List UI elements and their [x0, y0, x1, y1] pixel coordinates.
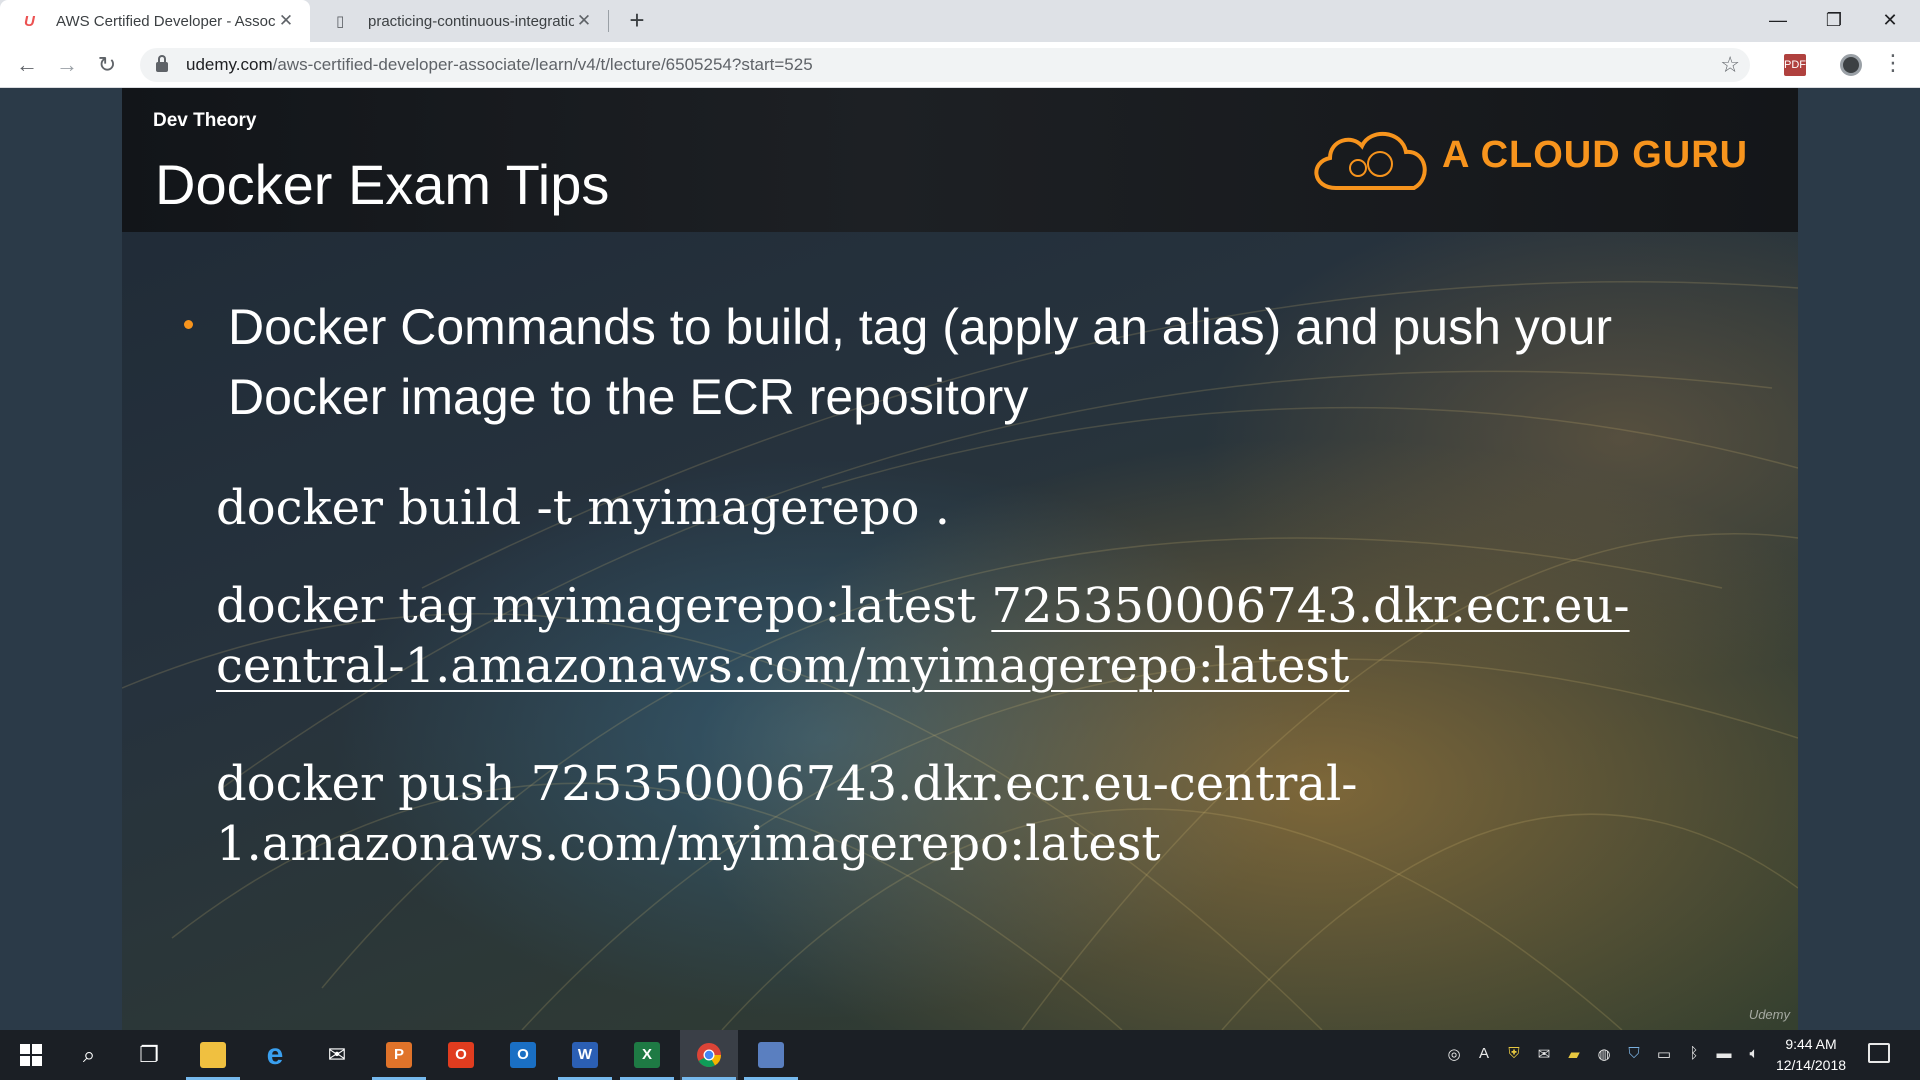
restore-icon[interactable]: ❐ — [1806, 0, 1862, 42]
powerpoint-icon[interactable]: P — [370, 1030, 428, 1080]
window-close-icon[interactable]: ✕ — [1862, 0, 1918, 42]
windows-logo-icon — [20, 1044, 42, 1066]
taskbar-clock[interactable]: 9:44 AM 12/14/2018 — [1756, 1034, 1866, 1076]
udemy-watermark: Udemy — [1748, 1007, 1790, 1022]
tray-display-icon[interactable]: ▭ — [1654, 1045, 1674, 1065]
search-icon[interactable]: ⌕ — [60, 1030, 118, 1080]
tray-folder-icon[interactable]: ▰ — [1564, 1045, 1584, 1065]
close-icon[interactable]: ✕ — [276, 11, 296, 31]
bullet-text: Docker Commands to build, tag (apply an … — [228, 299, 1613, 425]
tab-aws-certified-developer[interactable]: U AWS Certified Developer - Associ ✕ — [0, 0, 310, 42]
document-favicon-icon: ▯ — [336, 13, 345, 30]
back-arrow-icon[interactable]: ← — [12, 50, 42, 80]
tab-separator — [608, 10, 609, 32]
url-text[interactable]: udemy.com/aws-certified-developer-associ… — [186, 55, 813, 75]
minimize-icon[interactable]: — — [1750, 0, 1806, 42]
reload-icon[interactable]: ↻ — [92, 50, 122, 80]
file-explorer-icon[interactable] — [184, 1030, 242, 1080]
remote-desktop-icon[interactable] — [742, 1030, 800, 1080]
browser-tabstrip: U AWS Certified Developer - Associ ✕ ▯ p… — [0, 0, 1920, 42]
battery-icon[interactable]: ▬ — [1714, 1045, 1734, 1065]
bookmark-star-icon[interactable]: ☆ — [1720, 52, 1740, 78]
clock-date: 12/14/2018 — [1775, 1057, 1847, 1073]
pdf-extension-icon[interactable]: PDF — [1784, 54, 1806, 76]
profile-avatar-icon[interactable] — [1840, 54, 1862, 76]
tray-sync-icon[interactable]: ◎ — [1444, 1045, 1464, 1065]
chrome-icon[interactable] — [680, 1030, 738, 1080]
tray-shield-icon[interactable]: ⛨ — [1504, 1045, 1524, 1065]
mail-icon[interactable]: ✉ — [308, 1030, 366, 1080]
tab-title: practicing-continuous-integratio — [368, 12, 574, 30]
docker-tag-prefix: docker tag myimagerepo:latest — [216, 578, 977, 634]
brand-name: A CLOUD GURU — [1442, 134, 1749, 176]
video-player[interactable]: Dev Theory Docker Exam Tips A CLOUD GURU… — [0, 88, 1920, 1030]
lecture-slide: Dev Theory Docker Exam Tips A CLOUD GURU… — [122, 88, 1798, 1030]
outlook-icon[interactable]: O — [494, 1030, 552, 1080]
docker-tag-command: docker tag myimagerepo:latest 7253500067… — [216, 576, 1736, 696]
tray-font-icon[interactable]: A — [1474, 1045, 1494, 1065]
tab-practicing-continuous-integration[interactable]: ▯ practicing-continuous-integratio ✕ — [312, 0, 608, 42]
clock-time: 9:44 AM — [1785, 1036, 1837, 1052]
action-center-icon[interactable] — [1868, 1043, 1890, 1063]
windows-taskbar: ⌕ ❐ e ✉ P O O W X ◎ A ⛨ ✉ ▰ ◍ ⛉ ▭ ᛒ ▬ 🔈︎… — [0, 1030, 1920, 1080]
docker-push-command: docker push 725350006743.dkr.ecr.eu-cent… — [216, 754, 1736, 874]
slide-title: Docker Exam Tips — [155, 153, 610, 216]
chrome-menu-icon[interactable]: ⋮ — [1882, 50, 1904, 76]
bluetooth-icon[interactable]: ᛒ — [1684, 1045, 1704, 1065]
url-host: udemy.com — [186, 55, 273, 74]
bullet-dot — [184, 320, 193, 329]
tray-network-globe-icon[interactable]: ◍ — [1594, 1045, 1614, 1065]
excel-icon[interactable]: X — [618, 1030, 676, 1080]
close-icon[interactable]: ✕ — [574, 11, 594, 31]
forward-arrow-icon[interactable]: → — [52, 50, 82, 80]
new-tab-button[interactable]: + — [622, 6, 652, 36]
start-button[interactable] — [2, 1030, 60, 1080]
slide-section-label: Dev Theory — [153, 110, 257, 131]
chrome-logo-icon — [697, 1043, 721, 1068]
tray-outlook-icon[interactable]: ✉ — [1534, 1045, 1554, 1065]
slide-header: Dev Theory Docker Exam Tips A CLOUD GURU — [122, 88, 1798, 232]
tray-security-icon[interactable]: ⛉ — [1624, 1045, 1644, 1065]
udemy-favicon-icon: U — [24, 12, 35, 30]
task-view-icon[interactable]: ❐ — [120, 1030, 178, 1080]
word-icon[interactable]: W — [556, 1030, 614, 1080]
tab-title: AWS Certified Developer - Associ — [56, 12, 276, 30]
browser-toolbar: ← → ↻ udemy.com/aws-certified-developer-… — [0, 42, 1920, 88]
internet-explorer-icon[interactable]: e — [246, 1030, 304, 1080]
url-path: /aws-certified-developer-associate/learn… — [272, 55, 813, 74]
docker-build-command: docker build -t myimagerepo . — [216, 480, 951, 536]
address-bar[interactable]: udemy.com/aws-certified-developer-associ… — [140, 48, 1750, 82]
lock-icon — [156, 55, 168, 72]
office-icon[interactable]: O — [432, 1030, 490, 1080]
docker-push-prefix: docker push — [216, 756, 516, 812]
